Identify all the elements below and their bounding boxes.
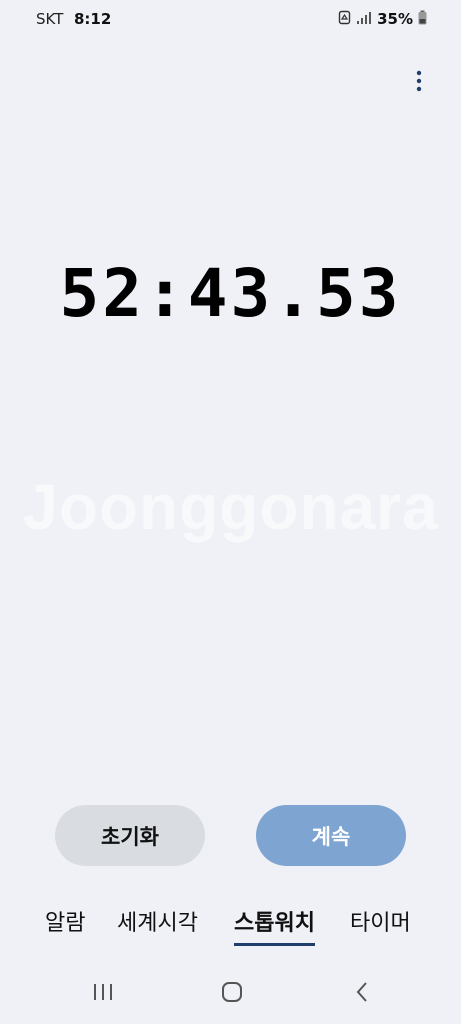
tab-alarm[interactable]: 알람 [45,906,85,942]
home-button[interactable] [212,978,252,1010]
more-vertical-icon [416,70,422,96]
active-tab-indicator [234,943,315,946]
signal-icon [356,10,372,29]
reset-button[interactable]: 초기화 [55,805,205,866]
tab-label: 알람 [45,911,86,936]
tab-timer[interactable]: 타이머 [350,906,411,942]
recent-apps-button[interactable] [83,978,123,1010]
recent-apps-icon [92,982,114,1006]
home-icon [221,981,243,1007]
status-bar: SKT 8:12 35% [0,0,461,38]
watermark: Joonggonara [22,471,439,543]
tab-stopwatch[interactable]: 스톱워치 [234,906,315,946]
back-icon [354,981,370,1007]
stopwatch-elapsed-time: 52:43.53 [59,255,402,332]
back-button[interactable] [342,978,382,1010]
resume-button[interactable]: 계속 [256,805,406,866]
tab-world-clock[interactable]: 세계시각 [117,906,198,942]
bottom-tabs: 알람 세계시각 스톱워치 타이머 [0,906,461,946]
tab-label: 스톱워치 [234,911,315,936]
more-options-button[interactable] [404,66,434,100]
system-nav-bar [0,960,461,1024]
battery-percent: 35% [377,10,413,28]
tab-label: 타이머 [350,911,411,936]
recycle-icon [338,10,351,29]
battery-icon [418,10,427,29]
status-time: 8:12 [74,10,112,28]
carrier-name: SKT [36,10,64,28]
tab-label: 세계시각 [117,911,198,936]
status-icons: 35% [338,9,427,29]
